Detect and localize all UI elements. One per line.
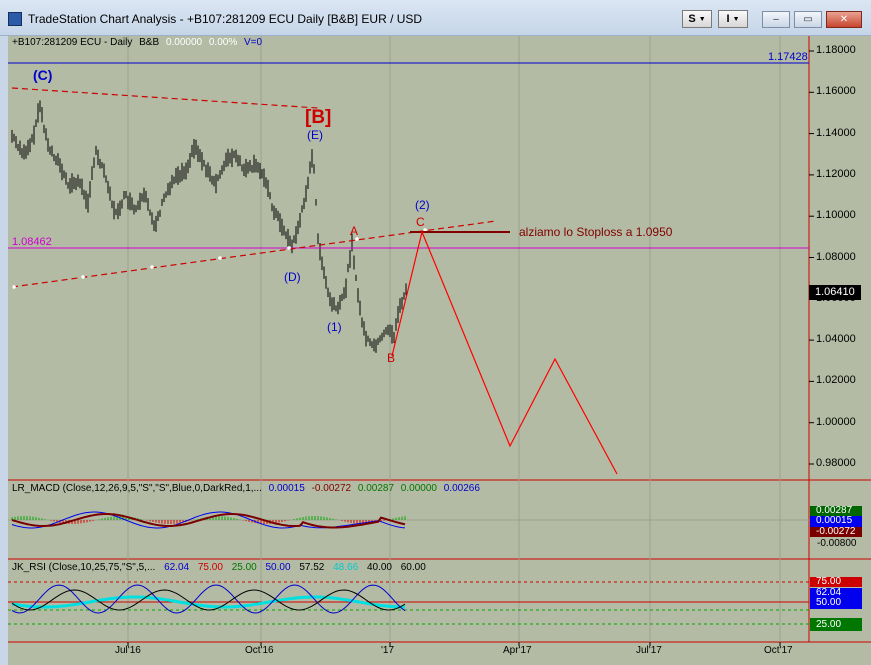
price-tick-label: 1.00000: [816, 415, 856, 428]
rsi-value-6: 48.66: [333, 562, 359, 573]
macd-tag-3: -0.00272: [810, 527, 862, 537]
symbol-label: +B107:281209 ECU - Daily: [12, 37, 133, 48]
minimize-icon: –: [773, 14, 779, 25]
restore-button[interactable]: ▭: [794, 11, 822, 28]
rsi-tag-25: 25.00: [810, 618, 862, 631]
wave-label-b-small: B: [387, 351, 396, 365]
wave-label-e: (E): [307, 128, 323, 142]
macd-tick-low: -0.00800: [817, 538, 857, 549]
chart-header: +B107:281209 ECU - Daily B&B 0.00000 0.0…: [12, 38, 262, 48]
price-tick-label: 1.18000: [816, 44, 856, 56]
macd-value-2: -0.00272: [311, 483, 352, 494]
title-bar: TradeStation Chart Analysis - +B107:2812…: [0, 0, 871, 36]
rsi-value-2: 75.00: [197, 562, 223, 573]
close-icon: ✕: [839, 14, 849, 25]
minimize-button[interactable]: –: [762, 11, 790, 28]
restore-icon: ▭: [803, 14, 813, 25]
last-price-tag: 1.06410: [809, 285, 861, 300]
rsi-name: JK_RSI (Close,10,25,75,"S",5,...: [12, 562, 156, 573]
wave-label-c: (C): [33, 67, 53, 83]
symbol-link-label: S: [688, 13, 696, 25]
rsi-value-1: 62.04: [164, 562, 190, 573]
price-tick-label: 1.04000: [816, 333, 856, 346]
wave-label-1: (1): [327, 320, 342, 334]
rsi-value-5: 57.52: [299, 562, 325, 573]
stoploss-annotation[interactable]: alziamo lo Stoploss a 1.0950: [519, 226, 672, 238]
macd-value-4: 0.00000: [400, 483, 437, 494]
macd-header: LR_MACD (Close,12,26,9,5,"S","S",Blue,0,…: [12, 484, 480, 494]
price-tick-label: 1.12000: [816, 167, 856, 180]
close-button[interactable]: ✕: [826, 11, 862, 28]
price-tick-label: 1.02000: [816, 374, 856, 387]
time-label-jul16: Jul'16: [115, 645, 141, 656]
price-tick-label: 0.98000: [816, 457, 856, 469]
price-value: 0.00000: [165, 37, 203, 48]
insert-label: I: [726, 13, 730, 25]
rsi-value-3: 25.00: [231, 562, 257, 573]
pct-value: 0.00%: [208, 37, 238, 48]
symbol-link-dropdown[interactable]: S ▼: [682, 10, 712, 28]
volume-value: V=0: [244, 37, 263, 48]
wave-label-a: A: [350, 224, 359, 238]
macd-name: LR_MACD (Close,12,26,9,5,"S","S",Blue,0,…: [12, 483, 262, 494]
left-border: [0, 36, 8, 665]
wave-label-d: (D): [284, 270, 301, 284]
insert-dropdown[interactable]: I ▼: [718, 10, 748, 28]
wave-label-c-small: C: [416, 215, 425, 229]
wave-label-2: (2): [415, 198, 430, 212]
time-label-17: '17: [381, 645, 395, 656]
rsi-header: JK_RSI (Close,10,25,75,"S",5,... 62.04 7…: [12, 563, 426, 573]
price-tick-label: 1.16000: [816, 85, 856, 98]
rsi-tag-50: 50.00: [810, 598, 862, 609]
app-icon: [8, 12, 22, 26]
rsi-value-8: 60.00: [400, 562, 426, 573]
price-tick-label: 1.14000: [816, 126, 856, 139]
bb-label: B&B: [139, 37, 160, 48]
rsi-value-4: 50.00: [265, 562, 291, 573]
wave-label-b-big: [B]: [305, 107, 332, 128]
time-label-oct17: Oct'17: [764, 645, 793, 656]
time-label-apr17: Apr'17: [503, 645, 532, 656]
resistance-value-label: 1.17428: [768, 51, 808, 63]
macd-value-1: 0.00015: [268, 483, 305, 494]
price-tick-label: 1.08000: [816, 250, 856, 263]
time-label-jul17: Jul'17: [636, 645, 662, 656]
rsi-value-7: 40.00: [366, 562, 392, 573]
rsi-tag-75: 75.00: [810, 577, 862, 587]
chevron-down-icon: ▼: [698, 15, 706, 23]
macd-value-5: 0.00266: [443, 483, 480, 494]
chevron-down-icon: ▼: [732, 15, 740, 23]
horizontal-value-label: 1.08462: [12, 236, 52, 248]
macd-value-3: 0.00287: [357, 483, 395, 494]
price-tick-label: 1.10000: [816, 209, 856, 222]
window-title: TradeStation Chart Analysis - +B107:2812…: [28, 12, 423, 26]
time-label-oct16: Oct'16: [245, 645, 274, 656]
